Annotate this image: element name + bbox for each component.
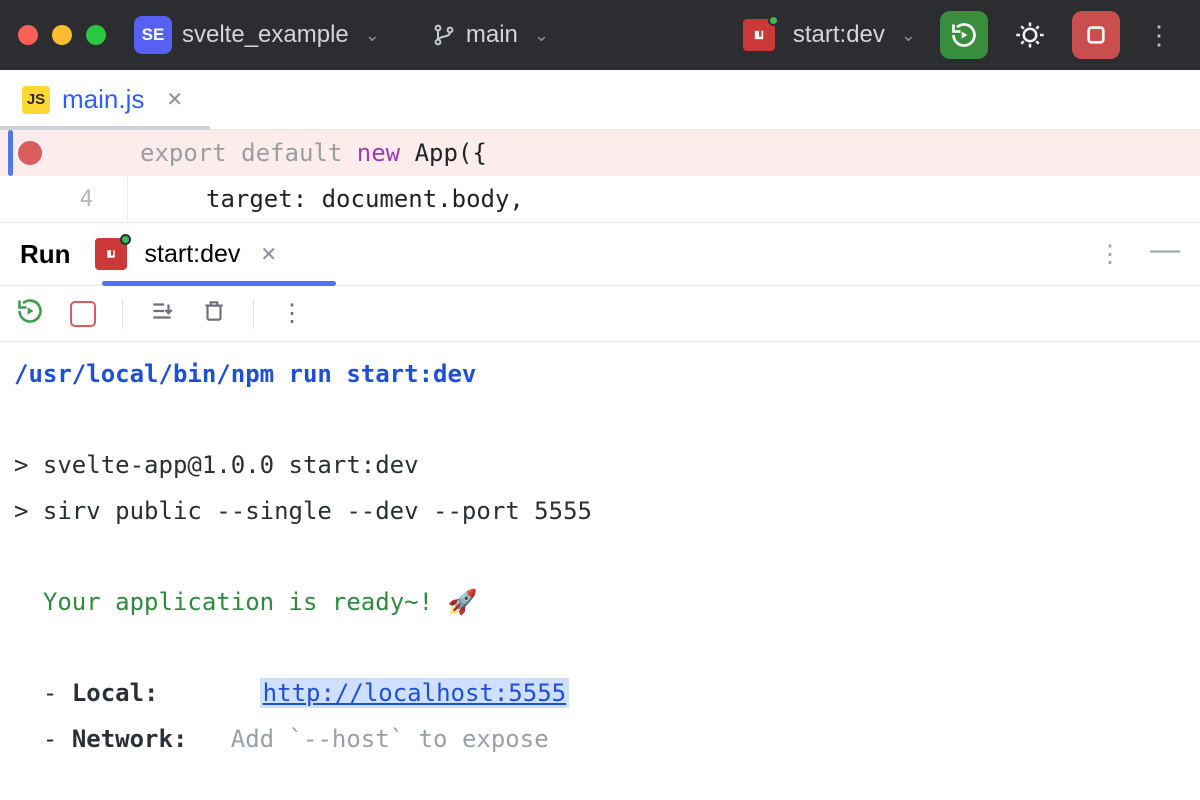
npm-icon	[743, 19, 775, 51]
run-tool-window-title[interactable]: Run	[20, 239, 71, 270]
minimize-window[interactable]	[52, 25, 72, 45]
run-tab[interactable]: start:dev ✕	[95, 238, 278, 270]
console-line: > svelte-app@1.0.0 start:dev	[14, 443, 1186, 489]
console-line: Network: Add `--host` to expose	[14, 717, 1186, 763]
rerun-icon[interactable]	[16, 297, 44, 331]
close-window[interactable]	[18, 25, 38, 45]
project-name[interactable]: svelte_example	[182, 21, 349, 49]
project-badge: SE	[134, 16, 172, 54]
clear-all-icon[interactable]	[201, 298, 227, 330]
console-line: /usr/local/bin/npm run start:dev	[14, 352, 1186, 398]
console-line: Local: http://localhost:5555	[14, 671, 1186, 717]
local-url-link[interactable]: http://localhost:5555	[260, 678, 569, 708]
run-panel-header: Run start:dev ✕ ⋮ —	[0, 222, 1200, 286]
stop-button[interactable]	[1072, 11, 1120, 59]
console-line: Your application is ready~! 🚀	[14, 580, 1186, 626]
scroll-to-end-icon[interactable]	[149, 298, 175, 330]
git-branch[interactable]: main	[466, 21, 518, 49]
rerun-button[interactable]	[940, 11, 988, 59]
close-tab-icon[interactable]: ✕	[166, 87, 183, 112]
panel-options-icon[interactable]: ⋮	[1098, 240, 1122, 269]
minimize-panel-icon[interactable]: —	[1150, 233, 1180, 267]
branch-icon	[432, 23, 456, 47]
chevron-down-icon[interactable]: ⌄	[359, 25, 386, 46]
npm-icon	[95, 238, 127, 270]
run-config-name[interactable]: start:dev	[793, 21, 885, 49]
editor-tabs: JS main.js ✕	[0, 70, 1200, 130]
file-tab[interactable]: main.js	[62, 84, 144, 115]
code-editor[interactable]: export default new App({ 4 target: docum…	[0, 130, 1200, 222]
chevron-down-icon[interactable]: ⌄	[528, 25, 555, 46]
code-line: export default new App({	[0, 130, 1200, 176]
console-line: > sirv public --single --dev --port 5555	[14, 489, 1186, 535]
line-number: 4	[80, 187, 93, 212]
title-bar: SE svelte_example ⌄ main ⌄ start:dev ⌄ ⋮	[0, 0, 1200, 70]
code-line: 4 target: document.body,	[0, 176, 1200, 222]
run-toolbar: ⋮	[0, 286, 1200, 342]
zoom-window[interactable]	[86, 25, 106, 45]
more-menu-icon[interactable]: ⋮	[1136, 20, 1182, 51]
chevron-down-icon[interactable]: ⌄	[895, 25, 922, 46]
stop-icon[interactable]	[70, 301, 96, 327]
run-console[interactable]: /usr/local/bin/npm run start:dev > svelt…	[0, 342, 1200, 772]
debug-button[interactable]	[1006, 11, 1054, 59]
close-tab-icon[interactable]: ✕	[260, 242, 277, 267]
window-controls	[18, 25, 106, 45]
js-file-icon: JS	[22, 86, 50, 114]
breakpoint-icon[interactable]	[18, 141, 42, 165]
more-actions-icon[interactable]: ⋮	[280, 299, 304, 328]
